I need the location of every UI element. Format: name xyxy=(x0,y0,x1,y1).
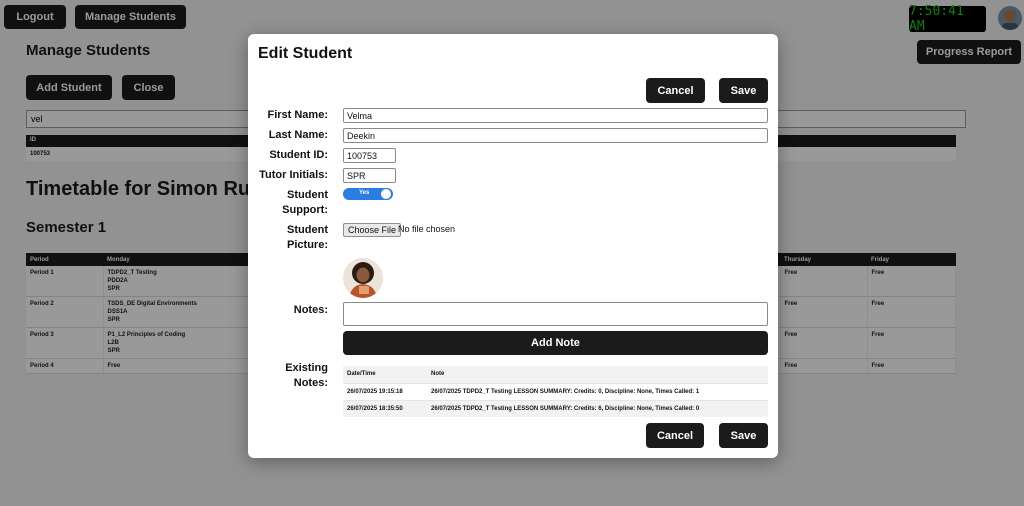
notes-textarea[interactable] xyxy=(343,302,768,326)
note-header: Note xyxy=(427,366,768,383)
notes-row: 26/07/2025 18:35:50 26/07/2025 TDPD2_T T… xyxy=(343,399,768,417)
save-button-bottom[interactable]: Save xyxy=(719,423,768,448)
add-note-button[interactable]: Add Note xyxy=(343,331,768,355)
student-photo xyxy=(343,258,383,298)
toggle-knob xyxy=(381,189,391,199)
student-picture-label: Student Picture: xyxy=(287,224,328,251)
file-status: No file chosen xyxy=(398,224,456,234)
existing-notes-label: Existing Notes: xyxy=(285,362,328,389)
student-support-toggle[interactable]: Yes xyxy=(343,188,393,200)
note-datetime: 26/07/2025 19:15:18 xyxy=(343,382,427,400)
student-support-label: Student Support: xyxy=(282,189,328,216)
toggle-label: Yes xyxy=(359,190,370,196)
student-photo-image xyxy=(343,258,383,298)
notes-label: Notes: xyxy=(293,304,328,316)
last-name-field[interactable]: Deekin xyxy=(343,128,768,143)
first-name-label: First Name: xyxy=(267,109,328,121)
datetime-header: Date/Time xyxy=(343,366,427,383)
choose-file-button[interactable]: Choose File xyxy=(343,223,402,237)
student-id-field[interactable]: 100753 xyxy=(343,148,396,163)
tutor-initials-label: Tutor Initials: xyxy=(259,169,328,181)
last-name-label: Last Name: xyxy=(268,129,328,141)
note-datetime: 26/07/2025 18:35:50 xyxy=(343,399,427,417)
save-button-top[interactable]: Save xyxy=(719,78,768,103)
existing-notes-table: Date/Time Note 26/07/2025 19:15:18 26/07… xyxy=(343,366,768,417)
cancel-button-top[interactable]: Cancel xyxy=(646,78,705,103)
modal-title: Edit Student xyxy=(258,45,353,62)
tutor-initials-field[interactable]: SPR xyxy=(343,168,396,183)
student-id-label: Student ID: xyxy=(269,149,328,161)
cancel-button-bottom[interactable]: Cancel xyxy=(646,423,704,448)
note-text: 26/07/2025 TDPD2_T Testing LESSON SUMMAR… xyxy=(427,382,768,400)
edit-student-modal: Edit Student Cancel Save First Name: Vel… xyxy=(248,34,778,458)
first-name-field[interactable]: Velma xyxy=(343,108,768,123)
notes-row: 26/07/2025 19:15:18 26/07/2025 TDPD2_T T… xyxy=(343,382,768,400)
notes-header-row: Date/Time Note xyxy=(343,366,768,383)
note-text: 26/07/2025 TDPD2_T Testing LESSON SUMMAR… xyxy=(427,399,768,417)
